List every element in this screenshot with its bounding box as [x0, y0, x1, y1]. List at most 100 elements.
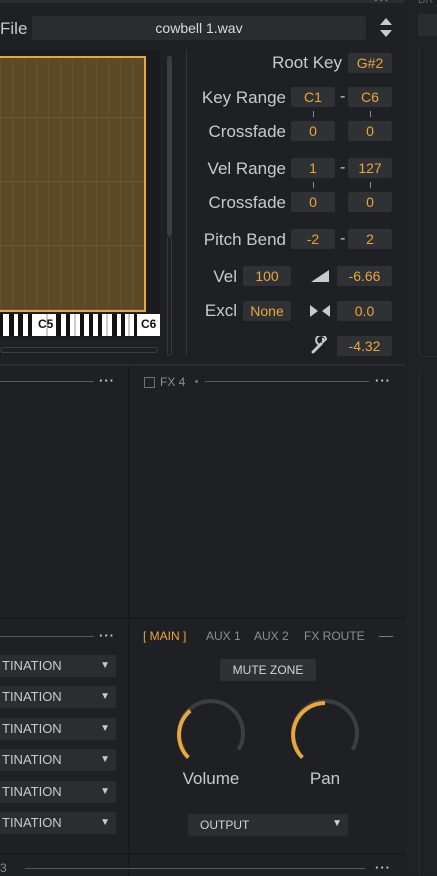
- column-divider: [128, 366, 130, 876]
- root-key-value[interactable]: G#2: [348, 53, 392, 73]
- chevron-down-icon: ▼: [100, 754, 110, 765]
- vel-crossfade-high[interactable]: 0: [348, 192, 392, 212]
- footer-border: [0, 853, 405, 855]
- tab-main[interactable]: [ MAIN ]: [143, 629, 186, 643]
- key-crossfade-label: Crossfade: [208, 122, 286, 141]
- volume-db-value[interactable]: -6.66: [337, 266, 392, 286]
- pan-label: Pan: [309, 769, 341, 788]
- footer-line: [25, 868, 365, 869]
- right-edge-label: BR: [418, 0, 434, 6]
- fx4-more-button[interactable]: ···: [375, 373, 391, 388]
- key-label-c5: C5: [38, 317, 54, 331]
- vel-range-link-low: [313, 182, 314, 188]
- destination-select-label: TINATION: [2, 658, 62, 673]
- file-stepper[interactable]: [378, 16, 394, 40]
- destination-select-label: TINATION: [2, 689, 62, 704]
- file-name-field[interactable]: cowbell 1.wav: [32, 16, 366, 40]
- output-select[interactable]: OUTPUT ▼: [188, 814, 348, 836]
- file-name-text: cowbell 1.wav: [155, 20, 243, 36]
- destination-select-2[interactable]: TINATION ▼: [0, 686, 116, 708]
- middle-section-border: [0, 364, 405, 366]
- excl-value[interactable]: None: [243, 301, 291, 321]
- fx4-checkbox[interactable]: [144, 377, 155, 388]
- destinations-more-button[interactable]: ···: [99, 628, 115, 643]
- right-edge-divider: [419, 46, 437, 357]
- chevron-down-icon[interactable]: [380, 30, 392, 37]
- chevron-down-icon: ▼: [100, 786, 110, 797]
- destination-select-label: TINATION: [2, 815, 62, 830]
- destination-select-4[interactable]: TINATION ▼: [0, 749, 116, 771]
- tune-value[interactable]: -4.32: [337, 336, 392, 356]
- footer-more-button[interactable]: ···: [375, 860, 391, 875]
- volume-label: Volume: [182, 769, 240, 788]
- key-range-link-high: [370, 111, 371, 117]
- tabs-line: [379, 636, 393, 637]
- pan-knob[interactable]: [287, 697, 363, 767]
- tab-aux1[interactable]: AUX 1: [206, 629, 241, 643]
- waveform-display[interactable]: [0, 56, 146, 312]
- root-key-label: Root Key: [272, 53, 342, 72]
- key-crossfade-low[interactable]: 0: [291, 121, 335, 141]
- vel-value[interactable]: 100: [243, 266, 291, 286]
- destination-select-1[interactable]: TINATION ▼: [0, 655, 116, 677]
- vel-label: Vel: [213, 267, 237, 286]
- volume-ramp-icon: [311, 270, 329, 282]
- destination-select-6[interactable]: TINATION ▼: [0, 812, 116, 834]
- vertical-scrollbar[interactable]: [167, 56, 172, 236]
- left-panel-header-line: [0, 381, 94, 382]
- footer-label: 3: [0, 861, 7, 875]
- right-edge-button[interactable]: [418, 14, 437, 36]
- key-range-low[interactable]: C1: [291, 87, 335, 107]
- destination-select-label: TINATION: [2, 784, 62, 799]
- chevron-down-icon: ▼: [100, 723, 110, 734]
- pan-value[interactable]: 0.0: [337, 301, 392, 321]
- horizontal-scrollbar[interactable]: [0, 347, 158, 353]
- fx4-dot: [195, 380, 198, 383]
- tab-aux2[interactable]: AUX 2: [254, 629, 289, 643]
- vel-range-dash: -: [340, 159, 346, 176]
- destinations-header-line: [0, 636, 94, 637]
- pitch-bend-dash: -: [340, 230, 346, 247]
- mute-zone-label: MUTE ZONE: [232, 663, 304, 677]
- lower-section-border: [0, 617, 405, 619]
- vel-range-label: Vel Range: [207, 159, 286, 178]
- vel-crossfade-low[interactable]: 0: [291, 192, 335, 212]
- volume-knob[interactable]: [173, 697, 249, 767]
- right-edge-divider-2: [419, 370, 437, 875]
- top-border: [0, 0, 405, 3]
- vertical-scrollbar-track: [167, 236, 172, 356]
- top-more-button[interactable]: ···: [374, 0, 390, 7]
- key-range-label: Key Range: [201, 88, 286, 107]
- excl-label: Excl: [204, 301, 237, 320]
- tuning-wrench-icon: [311, 336, 328, 354]
- chevron-down-icon: ▼: [100, 691, 110, 702]
- pan-knob-track: [291, 699, 359, 751]
- vel-range-low[interactable]: 1: [291, 158, 335, 178]
- pitch-bend-low[interactable]: -2: [291, 229, 335, 249]
- chevron-down-icon: ▼: [332, 818, 342, 829]
- chevron-up-icon[interactable]: [380, 18, 392, 25]
- key-range-dash: -: [340, 88, 346, 105]
- destination-select-3[interactable]: TINATION ▼: [0, 718, 116, 740]
- key-crossfade-high[interactable]: 0: [348, 121, 392, 141]
- destination-select-label: TINATION: [2, 721, 62, 736]
- vel-range-link-high: [370, 182, 371, 188]
- destination-select-5[interactable]: TINATION ▼: [0, 781, 116, 803]
- pan-knob-value-arc: [291, 701, 326, 760]
- pan-icon: [310, 305, 330, 317]
- vel-crossfade-label: Crossfade: [208, 193, 286, 212]
- fx4-header-line: [205, 381, 369, 382]
- chevron-down-icon: ▼: [100, 660, 110, 671]
- piano-keyboard[interactable]: C5 C6: [0, 314, 160, 336]
- mute-zone-button[interactable]: MUTE ZONE: [220, 659, 316, 681]
- file-label: File: [0, 19, 28, 38]
- tab-fx-route[interactable]: FX ROUTE: [304, 629, 365, 643]
- piano-keys: [0, 314, 137, 336]
- vel-range-high[interactable]: 127: [348, 158, 392, 178]
- panel-divider: [186, 50, 187, 355]
- pitch-bend-high[interactable]: 2: [348, 229, 392, 249]
- key-label-c6: C6: [141, 317, 157, 331]
- left-panel-more-button[interactable]: ···: [99, 373, 115, 388]
- volume-knob-track: [177, 699, 245, 751]
- key-range-high[interactable]: C6: [348, 87, 392, 107]
